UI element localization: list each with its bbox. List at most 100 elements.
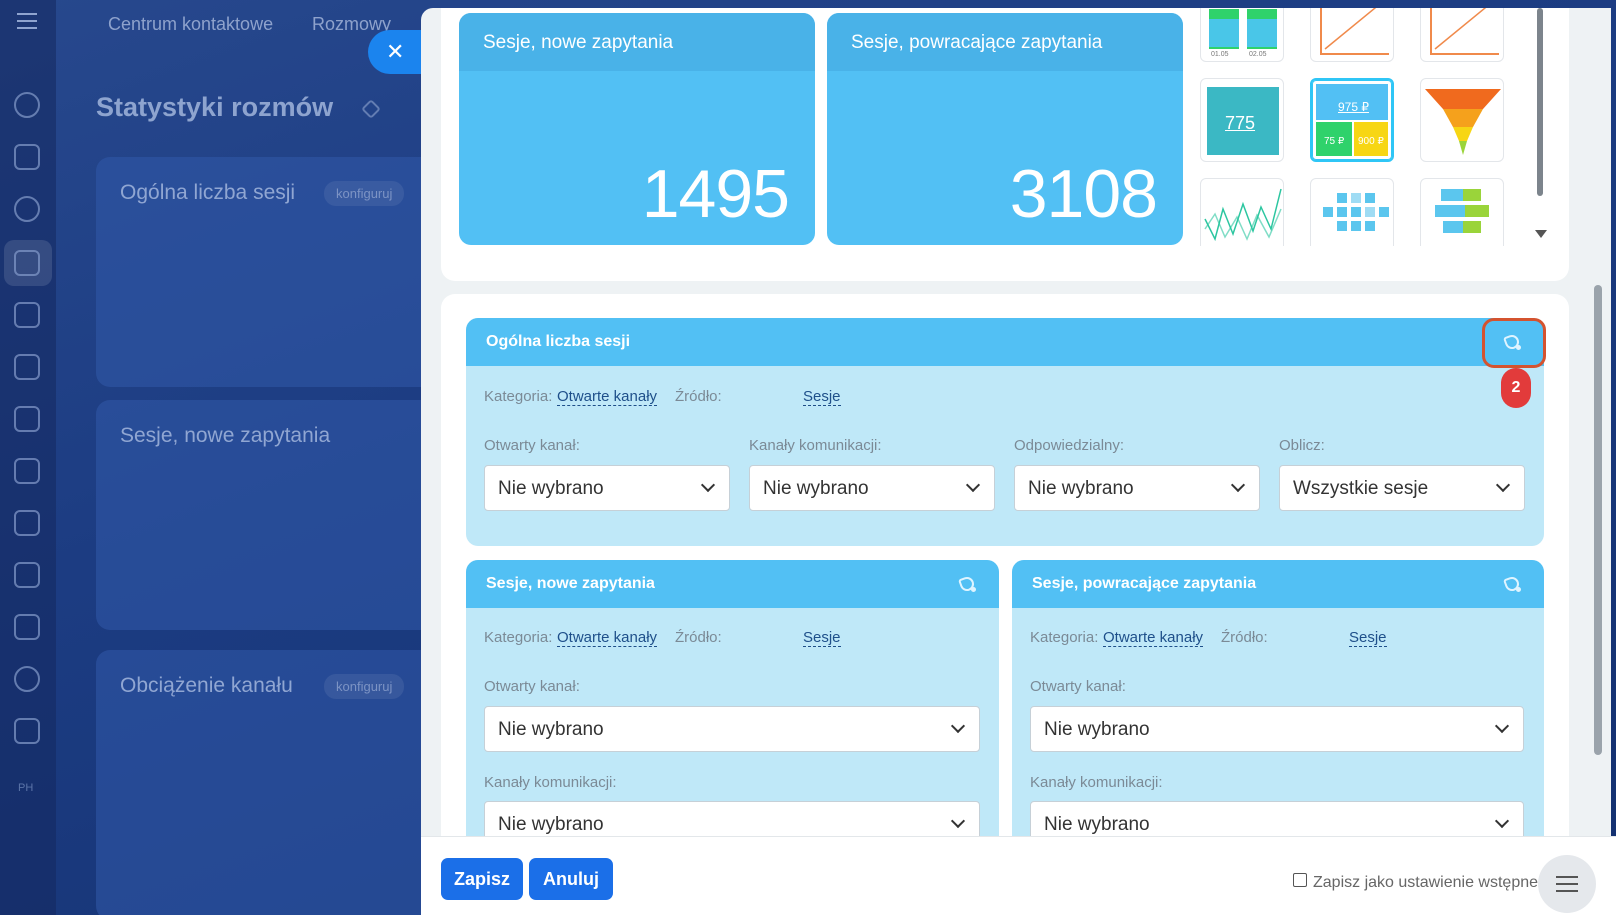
bg-widget-total-sessions: Ogólna liczba sesji konfiguruj (96, 157, 436, 387)
thumb-number-value: 775 (1225, 113, 1256, 133)
widget-config-title: Ogólna liczba sesji (486, 333, 631, 350)
thumb-number[interactable]: 775 (1200, 78, 1284, 162)
category-link[interactable]: Otwarte kanały (1103, 629, 1204, 647)
widget-config-header: Sesje, nowe zapytania (466, 560, 999, 608)
kpi-value: 3108 (1009, 156, 1158, 232)
save-as-preset-checkbox[interactable] (1293, 873, 1307, 887)
sidebar-flow-icon[interactable] (14, 92, 40, 118)
category-label: Kategoria: (484, 388, 553, 405)
select-value: Nie wybrano (1044, 719, 1150, 740)
thumb-line-graph[interactable] (1200, 178, 1284, 246)
thumb-line-chart-a[interactable] (1310, 8, 1394, 62)
thumb-date: 01.05 (1211, 51, 1229, 58)
filter-label: Kanały komunikacji: (1030, 774, 1163, 791)
sidebar-document-icon[interactable] (14, 562, 40, 588)
source-label: Źródło: (1221, 629, 1268, 646)
sidebar-store-icon[interactable] (14, 406, 40, 432)
sidebar-hex-icon[interactable] (14, 666, 40, 692)
sidebar-filter-icon[interactable] (14, 250, 40, 276)
thumb-line-chart-b[interactable] (1420, 8, 1504, 62)
source-link[interactable]: Sesje (803, 388, 841, 406)
filter-label: Otwarty kanał: (484, 678, 580, 695)
source-label: Źródło: (675, 388, 722, 405)
sidebar-calendar-icon[interactable] (14, 458, 40, 484)
responsible-select[interactable]: Nie wybrano (1014, 465, 1260, 511)
filter-label: Otwarty kanał: (1030, 678, 1126, 695)
configure-link[interactable]: konfiguruj (324, 181, 405, 206)
category-link[interactable]: Otwarte kanały (557, 388, 658, 406)
gallery-scroll-down-arrow[interactable] (1535, 230, 1547, 238)
open-channel-select[interactable]: Nie wybrano (484, 465, 730, 511)
kpi-title: Sesje, nowe zapytania (459, 13, 815, 71)
sidebar-chart-icon[interactable] (14, 510, 40, 536)
menu-list-icon[interactable] (1538, 855, 1596, 913)
page-title: Statystyki rozmów (96, 92, 334, 122)
bg-widget-title: Ogólna liczba sesji (120, 181, 296, 204)
thumb-stacked-bars[interactable] (1420, 178, 1504, 246)
panel-scrollbar[interactable] (1593, 285, 1603, 755)
sidebar-box-icon[interactable] (14, 718, 40, 744)
close-panel-button[interactable]: ✕ (368, 30, 426, 74)
source-link[interactable]: Sesje (803, 629, 841, 647)
widget-config-header: Ogólna liczba sesji (466, 318, 1544, 366)
pin-icon[interactable] (361, 99, 381, 119)
menu-icon[interactable] (17, 13, 37, 29)
filter-label: Otwarty kanał: (484, 437, 580, 454)
select-value: Nie wybrano (763, 478, 869, 499)
calculate-select[interactable]: Wszystkie sesje (1279, 465, 1525, 511)
paint-icon[interactable] (1502, 573, 1524, 595)
bg-widget-title: Obciążenie kanału (120, 674, 293, 697)
category-link[interactable]: Otwarte kanały (557, 629, 658, 647)
select-value: Nie wybrano (1044, 814, 1150, 835)
highlight-ring (1482, 318, 1546, 368)
gallery-scrollbar-thumb[interactable] (1537, 8, 1543, 196)
open-channel-select[interactable]: Nie wybrano (484, 706, 980, 752)
filter-label: Kanały komunikacji: (484, 774, 617, 791)
chevron-down-icon (1495, 477, 1511, 493)
paint-icon[interactable] (957, 573, 979, 595)
sidebar-target-icon[interactable] (14, 196, 40, 222)
thumb-bar-chart[interactable]: 01.05 02.05 (1200, 8, 1284, 62)
gallery-scrollbar[interactable] (1535, 8, 1547, 246)
chevron-down-icon (965, 477, 981, 493)
thumb-value: 900 ₽ (1358, 136, 1384, 147)
nav-item-contact-center[interactable]: Centrum kontaktowe (108, 14, 273, 35)
sidebar-pen-icon[interactable] (14, 614, 40, 640)
thumb-number-blocks-selected[interactable]: 975 ₽ 75 ₽ 900 ₽ (1310, 78, 1394, 162)
save-button[interactable]: Zapisz (441, 858, 523, 900)
chevron-down-icon (1494, 813, 1510, 829)
step-badge: 2 (1501, 368, 1531, 408)
sidebar-robot-icon[interactable] (14, 302, 40, 328)
open-channel-select[interactable]: Nie wybrano (1030, 706, 1524, 752)
save-as-preset-label[interactable]: Zapisz jako ustawienie wstępne (1313, 874, 1538, 892)
chevron-down-icon (1230, 477, 1246, 493)
widget-config-total-sessions: Ogólna liczba sesji (466, 318, 1544, 546)
sidebar-cart-icon[interactable] (14, 354, 40, 380)
select-value: Nie wybrano (498, 478, 604, 499)
chevron-down-icon (1494, 718, 1510, 734)
bg-widget-new-sessions: Sesje, nowe zapytania (96, 400, 436, 630)
communication-channels-select[interactable]: Nie wybrano (749, 465, 995, 511)
thumb-value: 75 ₽ (1324, 136, 1345, 147)
thumb-grid[interactable] (1310, 178, 1394, 246)
filter-label: Odpowiedzialny: (1014, 437, 1125, 454)
left-sidebar: PH (0, 0, 56, 915)
category-label: Kategoria: (484, 629, 553, 646)
panel-scrollbar-thumb[interactable] (1594, 285, 1602, 755)
kpi-title: Sesje, powracające zapytania (827, 13, 1183, 71)
select-value: Wszystkie sesje (1293, 478, 1429, 499)
thumb-funnel[interactable] (1420, 78, 1504, 162)
bg-widget-channel-load: Obciążenie kanału konfiguruj (96, 650, 436, 915)
widget-config-header: Sesje, powracające zapytania (1012, 560, 1544, 608)
configure-link[interactable]: konfiguruj (324, 674, 405, 699)
select-value: Nie wybrano (498, 814, 604, 835)
filter-label: Oblicz: (1279, 437, 1325, 454)
sidebar-card-icon[interactable] (14, 144, 40, 170)
filter-label: Kanały komunikacji: (749, 437, 882, 454)
sidebar-ph-label[interactable]: PH (18, 782, 33, 794)
source-label: Źródło: (675, 629, 722, 646)
chevron-down-icon (950, 813, 966, 829)
cancel-button[interactable]: Anuluj (529, 858, 613, 900)
source-link[interactable]: Sesje (1349, 629, 1387, 647)
select-value: Nie wybrano (1028, 478, 1134, 499)
